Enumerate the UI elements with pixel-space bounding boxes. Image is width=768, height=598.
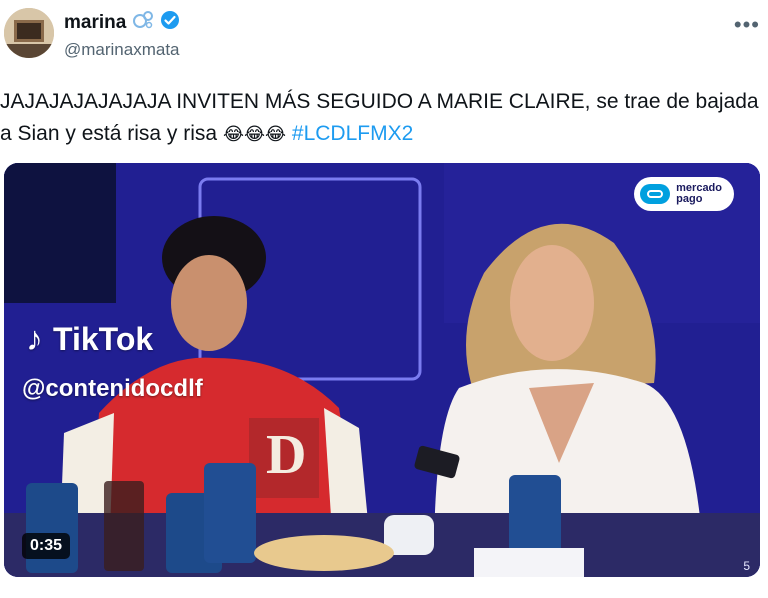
mercado-pago-text: mercado pago	[676, 182, 722, 205]
avatar-image	[4, 8, 54, 58]
tiktok-watermark: ♪ TikTok	[26, 320, 153, 359]
hashtag-link[interactable]: #LCDLFMX2	[292, 122, 413, 145]
tweet-text: JAJAJAJAJAJAJA INVITEN MÁS SEGUIDO A MAR…	[0, 86, 760, 150]
author-name[interactable]: marina	[64, 12, 126, 34]
bubbles-icon	[132, 10, 154, 35]
video-frame: D	[4, 163, 760, 577]
svg-text:D: D	[266, 424, 306, 486]
mercado-pago-logo-icon	[640, 184, 671, 204]
mercado-pago-badge: mercado pago	[634, 177, 734, 211]
more-options-icon[interactable]: •••	[734, 12, 760, 38]
video-duration-badge: 0:35	[22, 533, 71, 559]
corner-mark: 5	[743, 559, 750, 573]
author-handle[interactable]: @marinaxmata	[64, 40, 180, 60]
tiktok-icon: ♪	[26, 320, 43, 358]
verified-badge-icon	[160, 10, 180, 35]
avatar[interactable]	[4, 8, 54, 58]
tiktok-username: @contenidocdlf	[22, 375, 203, 402]
author-name-row[interactable]: marina	[64, 10, 180, 35]
laughing-emojis: 😂😂😂	[222, 124, 287, 144]
tiktok-brand: TikTok	[53, 321, 154, 357]
video-player[interactable]: D mercado pago ♪ TikTok @contenidocdlf 0…	[4, 163, 760, 577]
